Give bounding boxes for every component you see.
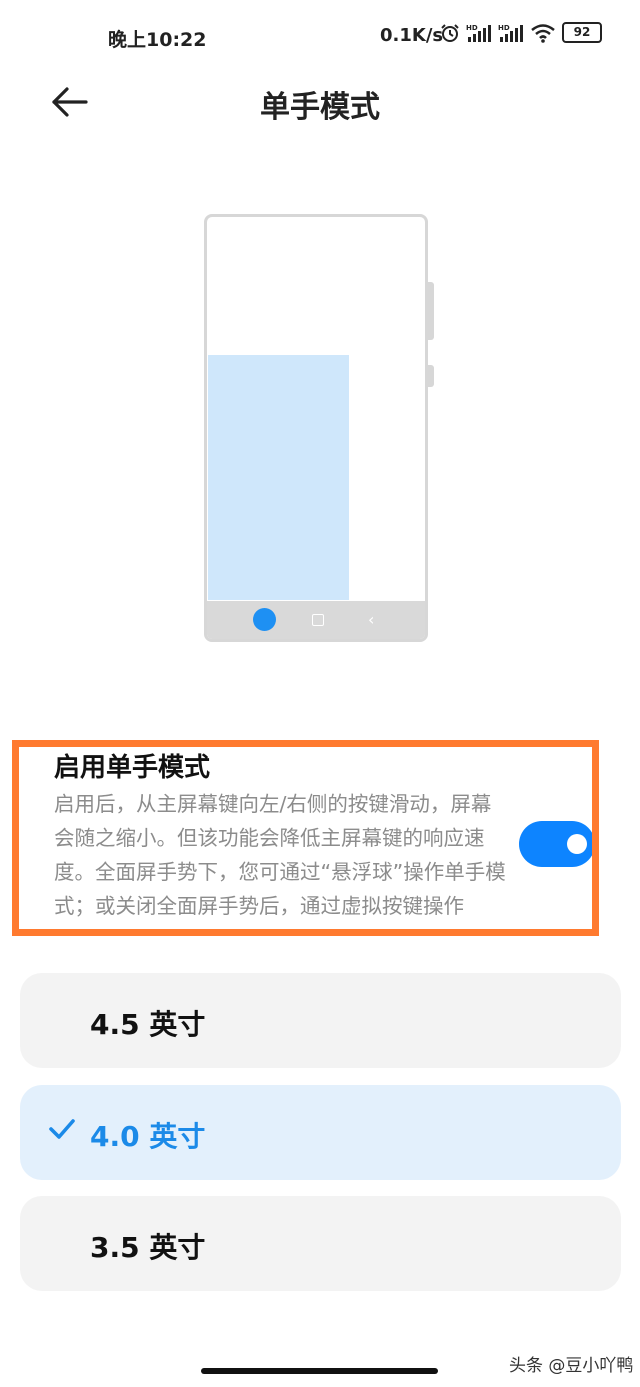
wifi-icon xyxy=(531,23,555,43)
one-hand-mode-option: 启用单手模式 启用后，从主屏幕键向左/右侧的按键滑动，屏幕会随之缩小。但该功能会… xyxy=(12,740,599,936)
back-key-icon: ‹ xyxy=(368,610,375,629)
shrunk-screen-area xyxy=(208,355,349,600)
page-title: 单手模式 xyxy=(260,90,380,125)
recents-key-icon xyxy=(312,614,324,626)
hd-signal-icon: HD xyxy=(498,24,523,42)
phone-side-button xyxy=(428,365,434,387)
one-hand-mode-toggle[interactable] xyxy=(519,821,592,867)
phone-side-button xyxy=(428,282,434,340)
network-speed: 0.1K/s xyxy=(380,25,444,46)
svg-text:HD: HD xyxy=(466,24,478,32)
size-label: 4.5 英寸 xyxy=(90,1008,206,1041)
hd-signal-icon: HD xyxy=(466,24,491,42)
status-time: 晚上10:22 xyxy=(108,29,207,51)
toggle-knob xyxy=(567,834,587,854)
option-title: 启用单手模式 xyxy=(54,753,211,783)
check-icon xyxy=(49,1119,75,1139)
home-key-icon xyxy=(253,608,276,631)
option-description: 启用后，从主屏幕键向左/右侧的按键滑动，屏幕会随之缩小。但该功能会降低主屏幕键的… xyxy=(54,792,506,918)
alarm-icon xyxy=(441,23,459,42)
gesture-home-bar[interactable] xyxy=(201,1368,438,1374)
battery-icon: 92 xyxy=(562,22,602,43)
arrow-left-icon xyxy=(52,87,88,117)
svg-text:HD: HD xyxy=(498,24,510,32)
back-button[interactable] xyxy=(48,82,92,122)
watermark: 头条 @豆小吖鸭 xyxy=(509,1356,634,1376)
size-option-4-5[interactable]: 4.5 英寸 xyxy=(20,973,621,1068)
size-option-3-5[interactable]: 3.5 英寸 xyxy=(20,1196,621,1291)
status-icons: HD HD 92 xyxy=(440,22,602,43)
size-label: 4.0 英寸 xyxy=(90,1120,206,1153)
size-option-4-0[interactable]: 4.0 英寸 xyxy=(20,1085,621,1180)
size-label: 3.5 英寸 xyxy=(90,1231,206,1264)
